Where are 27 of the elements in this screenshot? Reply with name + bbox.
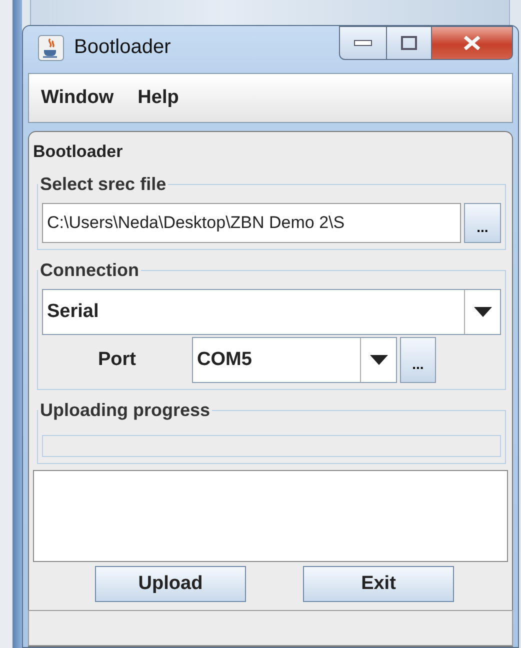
minimize-button[interactable] — [339, 26, 387, 60]
action-button[interactable]: Exit — [303, 566, 454, 602]
connection-dropdown[interactable]: Serial — [42, 289, 501, 335]
action-button[interactable]: Upload — [95, 566, 246, 602]
group-title: Connection — [39, 260, 140, 281]
port-dropdown[interactable]: COM5 — [192, 337, 397, 383]
browse-button[interactable]: ... — [464, 203, 501, 243]
log-area[interactable] — [33, 470, 508, 562]
panel-title: Bootloader — [33, 142, 123, 162]
file-path-field[interactable]: C:\Users\Neda\Desktop\ZBN Demo 2\S — [42, 203, 461, 243]
maximize-button[interactable] — [387, 26, 432, 60]
group-title: Uploading progress — [39, 400, 212, 421]
menu-item[interactable]: Help — [138, 87, 179, 109]
java-cup-icon — [38, 34, 64, 60]
close-button[interactable] — [432, 26, 513, 60]
close-icon — [463, 36, 481, 50]
port-label: Port — [97, 349, 137, 371]
menu-item[interactable]: Window — [41, 87, 114, 109]
maximize-icon — [401, 36, 417, 50]
window-title: Bootloader — [74, 36, 171, 59]
group-title: Select srec file — [39, 174, 168, 195]
port-browse-button[interactable]: ... — [400, 337, 436, 383]
dropdown-value: COM5 — [197, 349, 252, 371]
minimize-icon — [354, 40, 372, 46]
dropdown-arrow-icon — [370, 355, 388, 365]
dropdown-arrow-icon — [474, 307, 492, 317]
dropdown-value: Serial — [47, 301, 99, 323]
